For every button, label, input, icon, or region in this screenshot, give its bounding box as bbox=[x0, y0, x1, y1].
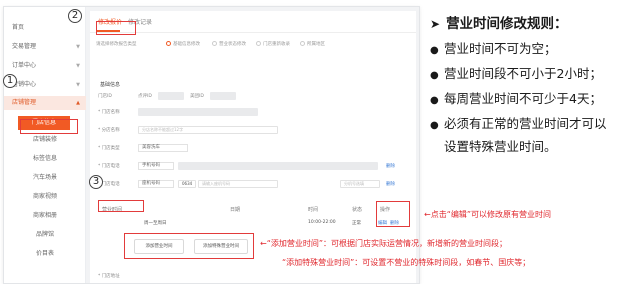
radio-business-status[interactable]: 营业状态修改 bbox=[212, 41, 246, 47]
sidebar-item-store-management[interactable]: 店铺管理 ▲ bbox=[4, 96, 86, 110]
sidebar-item-label: 交易管理 bbox=[12, 43, 37, 50]
callout-number-3: 3 bbox=[89, 175, 103, 189]
col-date-header: 日期 bbox=[230, 207, 241, 213]
special-hours-annotation: “添加特殊营业时间”：可设置不营业的特殊时间段，如春节、国庆等； bbox=[282, 258, 531, 267]
col-time-header: 时间 bbox=[308, 207, 319, 213]
callout-number-2: 2 bbox=[68, 9, 82, 23]
radio-dot-icon bbox=[166, 41, 171, 46]
rule-item-continuation: 设置特殊营业时间。 bbox=[444, 139, 557, 154]
landline-label: * 门店电话 bbox=[98, 182, 120, 187]
store-id-label: 门店ID bbox=[98, 94, 112, 99]
radio-dot-icon bbox=[256, 41, 261, 46]
dianping-id-prefix: 点评ID bbox=[138, 94, 152, 99]
sidebar-item-orders[interactable]: 订单中心 ▼ bbox=[4, 59, 86, 73]
radio-label: 请选择修改报告类型 bbox=[96, 41, 137, 47]
rules-title: ➤ 营业时间修改规则： bbox=[430, 12, 568, 32]
store-name-label: * 门店名称 bbox=[98, 110, 120, 115]
rule-text: 营业时间不可为空； bbox=[444, 41, 557, 56]
chevron-down-icon: ▼ bbox=[76, 63, 80, 69]
sidebar-item-tags[interactable]: 标签信息 bbox=[4, 152, 86, 166]
store-name-input[interactable] bbox=[138, 108, 258, 116]
report-type-radios: 请选择修改报告类型 基础信息修改 营业状态修改 门店重新收录 所属地区 bbox=[96, 41, 412, 51]
meituan-id-prefix: 美团ID bbox=[190, 94, 204, 99]
highlight-store-info bbox=[20, 119, 78, 134]
triangle-bullet-icon: ➤ bbox=[430, 17, 441, 31]
edit-annotation: ←点击“编辑”可以修改原有营业时间 bbox=[424, 210, 551, 219]
radio-region[interactable]: 所属地区 bbox=[300, 41, 325, 47]
hours-row-date: 周一至周日 bbox=[144, 221, 167, 226]
highlight-edit-tab bbox=[96, 21, 136, 35]
sidebar-item-home[interactable]: 首页 bbox=[4, 21, 86, 35]
sidebar-item-label: 店铺管理 bbox=[12, 99, 37, 106]
highlight-business-hours bbox=[98, 200, 144, 212]
meituan-id-value bbox=[210, 92, 236, 100]
landline-type-select[interactable]: 座机号码 bbox=[138, 180, 174, 188]
sidebar-item-trade[interactable]: 交易管理 ▼ bbox=[4, 40, 86, 54]
phone-type-select[interactable]: 手机号码 bbox=[138, 162, 174, 170]
col-status-header: 状态 bbox=[352, 207, 363, 213]
section-basic-info-title: 基础信息 bbox=[100, 82, 121, 88]
landline-number-input[interactable]: 请输入座机号码 bbox=[198, 180, 278, 188]
bullet-icon: ● bbox=[430, 95, 439, 106]
delete-landline-link[interactable]: 删除 bbox=[386, 181, 395, 187]
radio-dot-icon bbox=[212, 41, 217, 46]
branch-name-input[interactable]: 分店名称不能超过12字 bbox=[138, 126, 278, 134]
rule-item: ● 营业时间不可为空； bbox=[430, 38, 557, 57]
bullet-icon: ● bbox=[430, 45, 439, 56]
sidebar-item-store-decoration[interactable]: 店铺装修 bbox=[4, 133, 86, 147]
phone-label: * 门店电话 bbox=[98, 164, 120, 169]
highlight-add-buttons bbox=[124, 233, 254, 259]
branch-name-label: * 分店名称 bbox=[98, 128, 120, 133]
sidebar-item-label: 订单中心 bbox=[12, 62, 37, 69]
mobile-number-input[interactable] bbox=[178, 162, 378, 170]
radio-dot-icon bbox=[300, 41, 305, 46]
hours-row-time: 10:00-22:00 bbox=[308, 220, 336, 225]
store-type-label: * 门店类型 bbox=[98, 146, 120, 151]
radio-label: 门店重新收录 bbox=[263, 42, 290, 47]
rule-text: 必须有正常的营业时间才可以 bbox=[444, 116, 607, 131]
chevron-up-icon: ▲ bbox=[76, 100, 80, 106]
sidebar: 首页 交易管理 ▼ 订单中心 ▼ 营销中心 ▼ 店铺管理 ▲ 门店信息 店铺装修 标签信… bbox=[4, 7, 86, 283]
radio-basic-info[interactable]: 基础信息修改 bbox=[166, 41, 200, 47]
radio-group-label: 请选择修改报告类型 bbox=[96, 42, 137, 47]
rule-item: ● 营业时间段不可小于2小时； bbox=[430, 63, 602, 82]
chevron-down-icon: ▼ bbox=[76, 82, 80, 88]
radio-label: 所属地区 bbox=[307, 42, 325, 47]
area-code-input[interactable]: 0634 bbox=[178, 180, 196, 188]
rules-title-text: 营业时间修改规则： bbox=[446, 16, 568, 32]
radio-label: 营业状态修改 bbox=[219, 42, 246, 47]
rule-item: ● 每周营业时间不可少于4天； bbox=[430, 88, 602, 107]
add-hours-annotation: ←“添加营业时间”：可根据门店实际运营情况，新增新的营业时间段； bbox=[260, 239, 507, 248]
delete-phone-link[interactable]: 删除 bbox=[386, 163, 395, 169]
sidebar-item-car-scene[interactable]: 汽车场景 bbox=[4, 171, 86, 185]
dianping-id-value bbox=[158, 92, 184, 100]
extension-input[interactable]: 分机号选填 bbox=[340, 180, 380, 188]
callout-number-1: 1 bbox=[3, 74, 17, 88]
rule-item: ● 必须有正常的营业时间才可以 bbox=[430, 113, 607, 132]
rule-text: 每周营业时间不可少于4天； bbox=[444, 91, 602, 106]
bullet-icon: ● bbox=[430, 70, 439, 81]
sidebar-item-brand[interactable]: 品牌馆 bbox=[4, 228, 86, 242]
sidebar-item-videos[interactable]: 商家视频 bbox=[4, 190, 86, 204]
radio-label: 基础信息修改 bbox=[173, 42, 200, 47]
store-type-select[interactable]: 美容洗车 bbox=[138, 144, 188, 152]
radio-relist[interactable]: 门店重新收录 bbox=[256, 41, 290, 47]
hours-row-status: 正常 bbox=[352, 221, 361, 226]
highlight-action-column bbox=[376, 201, 410, 227]
rule-text: 营业时间段不可小于2小时； bbox=[444, 66, 602, 81]
bullet-icon: ● bbox=[430, 120, 439, 131]
chevron-down-icon: ▼ bbox=[76, 44, 80, 50]
store-address-label: * 门店地址 bbox=[98, 274, 120, 279]
tab-bar: 修改报价 修改记录 bbox=[90, 11, 416, 33]
sidebar-item-albums[interactable]: 商家相册 bbox=[4, 209, 86, 223]
sidebar-item-price-list[interactable]: 价目表 bbox=[4, 247, 86, 261]
